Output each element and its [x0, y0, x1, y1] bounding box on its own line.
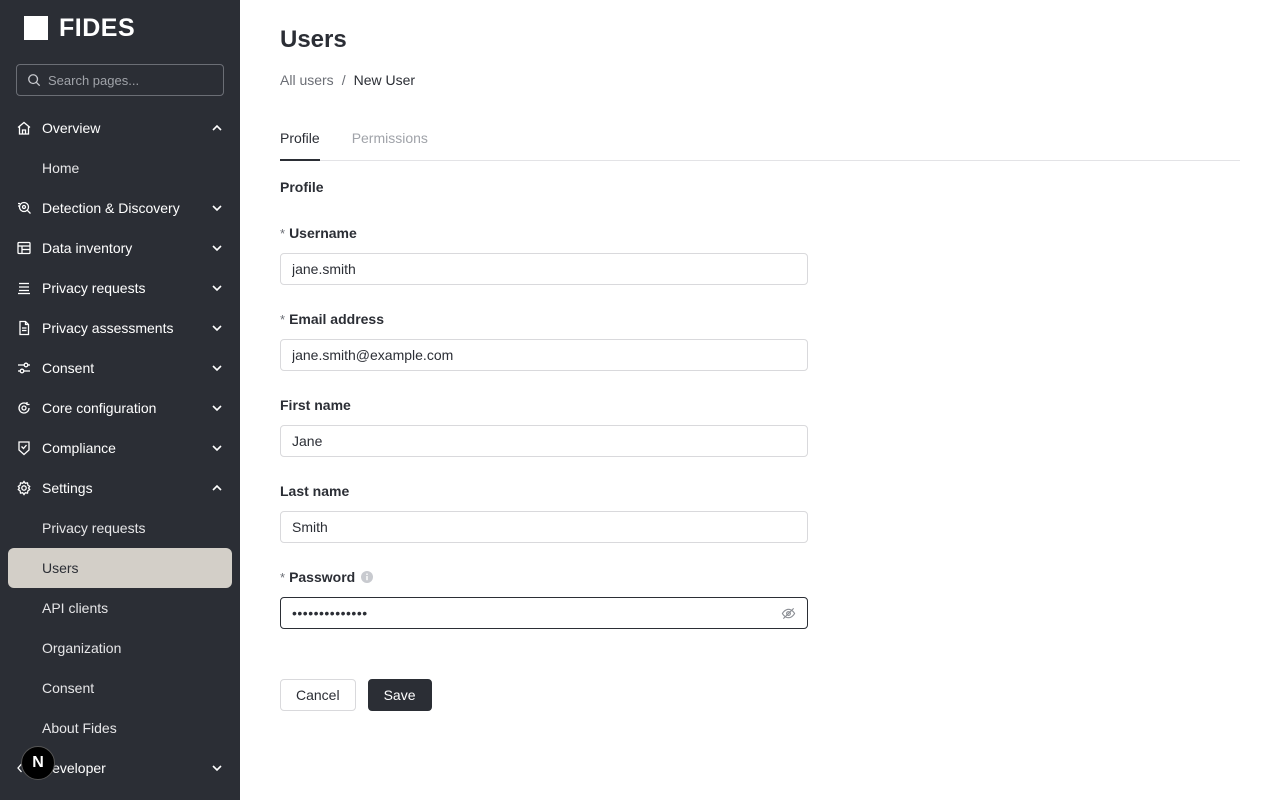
table-grid-icon [16, 240, 32, 256]
sidebar-item-organization[interactable]: Organization [0, 628, 240, 668]
username-input[interactable] [280, 253, 808, 285]
breadcrumb: All users / New User [280, 72, 415, 88]
search-box[interactable] [16, 64, 224, 96]
email-input[interactable] [280, 339, 808, 371]
nav-group-label: Compliance [42, 440, 116, 456]
page-title: Users [280, 26, 347, 53]
sidebar-item-settings-consent[interactable]: Consent [0, 668, 240, 708]
breadcrumb-all-users[interactable]: All users [280, 72, 334, 88]
first-name-input[interactable] [280, 425, 808, 457]
last-name-input[interactable] [280, 511, 808, 543]
nav-group-core-configuration[interactable]: Core configuration [0, 388, 240, 428]
breadcrumb-current: New User [353, 72, 416, 88]
info-icon[interactable] [360, 570, 374, 584]
nav-group-privacy-assessments[interactable]: Privacy assessments [0, 308, 240, 348]
chevron-down-icon [212, 245, 222, 252]
tab-permissions[interactable]: Permissions [352, 122, 428, 161]
nav-group-privacy-requests[interactable]: Privacy requests [0, 268, 240, 308]
tab-profile[interactable]: Profile [280, 122, 320, 161]
stack-icon [16, 280, 32, 296]
first-name-label-text: First name [280, 397, 351, 413]
required-mark: * [280, 311, 286, 327]
sidebar-item-api-clients[interactable]: API clients [0, 588, 240, 628]
required-mark: * [280, 225, 286, 241]
form-actions: Cancel Save [280, 679, 432, 711]
breadcrumb-separator: / [341, 72, 346, 88]
chevron-down-icon [212, 325, 222, 332]
nav-group-compliance[interactable]: Compliance [0, 428, 240, 468]
config-gear-icon [16, 400, 32, 416]
username-field: * Username [280, 224, 808, 285]
nav-group-label: Detection & Discovery [42, 200, 180, 216]
nav-group-data-inventory[interactable]: Data inventory [0, 228, 240, 268]
sidebar-item-about-fides[interactable]: About Fides [0, 708, 240, 748]
sidebar-nav: Overview Home Detection & Discovery Data… [0, 108, 240, 788]
email-label: * Email address [280, 310, 808, 328]
nav-group-settings[interactable]: Settings [0, 468, 240, 508]
username-label: * Username [280, 224, 808, 242]
chevron-up-icon [212, 124, 222, 131]
chevron-down-icon [212, 205, 222, 212]
chevron-down-icon [212, 445, 222, 452]
nav-group-label: Consent [42, 360, 95, 376]
nav-group-label: Privacy requests [42, 280, 146, 296]
last-name-field: Last name [280, 482, 808, 543]
first-name-field: First name [280, 396, 808, 457]
password-label-text: Password [289, 569, 356, 585]
nav-group-label: Settings [42, 480, 93, 496]
nav-group-label: Data inventory [42, 240, 133, 256]
email-label-text: Email address [289, 311, 384, 327]
main-content: Users All users / New User Profile Permi… [280, 0, 1240, 800]
username-label-text: Username [289, 225, 357, 241]
search-input[interactable] [48, 72, 218, 88]
home-icon [16, 120, 32, 136]
first-name-label: First name [280, 396, 808, 414]
logo-mark [24, 16, 48, 40]
nav-group-consent[interactable]: Consent [0, 348, 240, 388]
document-icon [16, 320, 32, 336]
sidebar-item-home[interactable]: Home [0, 148, 240, 188]
sidebar-item-settings-privacy-requests[interactable]: Privacy requests [0, 508, 240, 548]
chevron-down-icon [212, 365, 222, 372]
nav-group-label: Overview [42, 120, 101, 136]
logo-text: FIDES [59, 13, 136, 42]
sidebar-item-users[interactable]: Users [8, 548, 232, 588]
save-button[interactable]: Save [367, 679, 432, 711]
last-name-label-text: Last name [280, 483, 350, 499]
password-field: * Password [280, 568, 808, 629]
gear-icon [16, 480, 32, 496]
password-input[interactable] [292, 605, 762, 621]
cancel-button[interactable]: Cancel [280, 679, 356, 711]
tab-bar: Profile Permissions [280, 122, 1240, 161]
chevron-down-icon [212, 765, 222, 772]
sidebar: FIDES Overview Home Detection & Discover… [0, 0, 240, 800]
sliders-icon [16, 360, 32, 376]
section-title: Profile [280, 179, 324, 195]
eye-off-icon[interactable] [781, 606, 796, 621]
last-name-label: Last name [280, 482, 808, 500]
radar-search-icon [16, 200, 32, 216]
password-label: * Password [280, 568, 808, 586]
required-mark: * [280, 569, 286, 585]
nav-group-label: Privacy assessments [42, 320, 174, 336]
checklist-icon [16, 440, 32, 456]
chevron-up-icon [212, 484, 222, 491]
nextjs-dev-badge[interactable]: N [21, 746, 55, 780]
logo[interactable]: FIDES [24, 13, 136, 42]
nav-group-detection-discovery[interactable]: Detection & Discovery [0, 188, 240, 228]
chevron-down-icon [212, 405, 222, 412]
email-field: * Email address [280, 310, 808, 371]
password-input-wrapper[interactable] [280, 597, 808, 629]
chevron-down-icon [212, 285, 222, 292]
nav-group-overview[interactable]: Overview [0, 108, 240, 148]
nav-group-label: Core configuration [42, 400, 157, 416]
search-icon [28, 74, 41, 87]
